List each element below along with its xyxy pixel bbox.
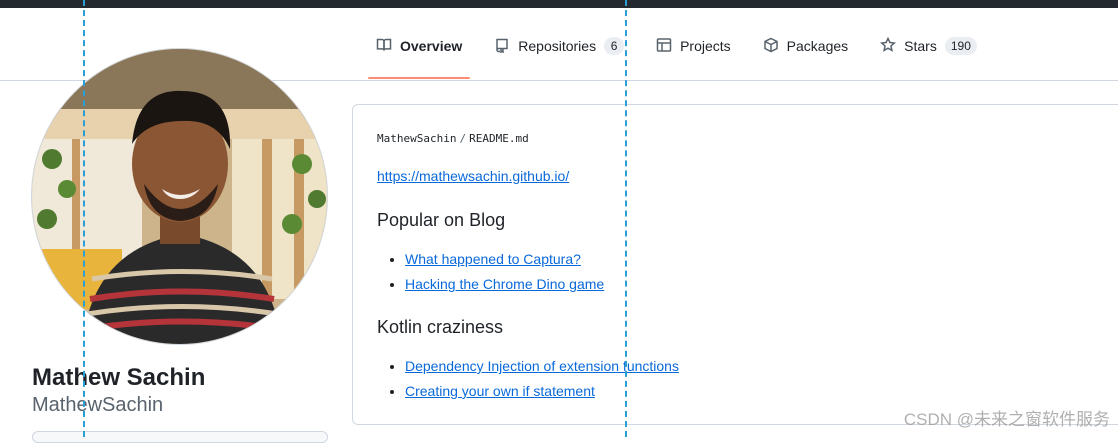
top-header-strip xyxy=(0,0,1118,8)
section-heading-popular-on-blog: Popular on Blog xyxy=(377,210,506,230)
star-icon xyxy=(880,36,897,56)
tab-overview-label: Overview xyxy=(400,38,463,54)
kotlin-link-if-statement[interactable]: Creating your own if statement xyxy=(405,383,595,399)
readme-path: MathewSachin / README.md xyxy=(377,132,529,145)
list-item: Creating your own if statement xyxy=(405,379,679,404)
list-item: Hacking the Chrome Dino game xyxy=(405,272,604,297)
readme-owner-link[interactable]: MathewSachin xyxy=(377,132,456,145)
guide-line-left xyxy=(83,0,85,437)
stars-count-badge: 190 xyxy=(944,37,977,55)
profile-username: MathewSachin xyxy=(32,394,164,416)
readme-file-name[interactable]: README.md xyxy=(469,132,529,145)
tab-projects-label: Projects xyxy=(680,38,731,54)
avatar[interactable] xyxy=(31,48,328,345)
popular-on-blog-list: What happened to Captura? Hacking the Ch… xyxy=(377,247,604,297)
repo-icon xyxy=(494,37,510,56)
readme-card: MathewSachin / README.md https://mathewsac… xyxy=(352,104,1118,425)
website-link[interactable]: https://mathewsachin.github.io/ xyxy=(377,168,569,184)
tab-stars-label: Stars xyxy=(904,38,937,54)
tab-projects[interactable]: Projects xyxy=(648,36,739,81)
profile-name: Mathew Sachin xyxy=(32,364,206,391)
readme-path-separator: / xyxy=(459,132,467,145)
guide-line-right xyxy=(625,0,627,437)
repositories-count-badge: 6 xyxy=(604,37,625,55)
book-icon xyxy=(376,37,392,56)
blog-link-captura[interactable]: What happened to Captura? xyxy=(405,251,581,267)
kotlin-link-extension-di[interactable]: Dependency Injection of extension functi… xyxy=(405,358,679,374)
list-item: Dependency Injection of extension functi… xyxy=(405,354,679,379)
blog-link-chrome-dino[interactable]: Hacking the Chrome Dino game xyxy=(405,276,604,292)
tab-repositories-label: Repositories xyxy=(518,38,597,54)
table-icon xyxy=(656,37,672,56)
tab-packages[interactable]: Packages xyxy=(755,36,856,81)
avatar-photo xyxy=(32,49,327,344)
list-item: What happened to Captura? xyxy=(405,247,604,272)
profile-action-box[interactable] xyxy=(32,431,328,443)
profile-tabs: Overview Repositories 6 Projects Package… xyxy=(368,36,985,81)
section-heading-kotlin-craziness: Kotlin craziness xyxy=(377,317,504,337)
package-icon xyxy=(763,37,779,56)
tab-packages-label: Packages xyxy=(786,38,849,54)
watermark: CSDN @未来之窗软件服务 xyxy=(903,410,1110,429)
kotlin-craziness-list: Dependency Injection of extension functi… xyxy=(377,354,679,404)
tab-overview[interactable]: Overview xyxy=(368,36,471,81)
tab-stars[interactable]: Stars 190 xyxy=(872,36,985,81)
tab-repositories[interactable]: Repositories 6 xyxy=(486,36,632,81)
